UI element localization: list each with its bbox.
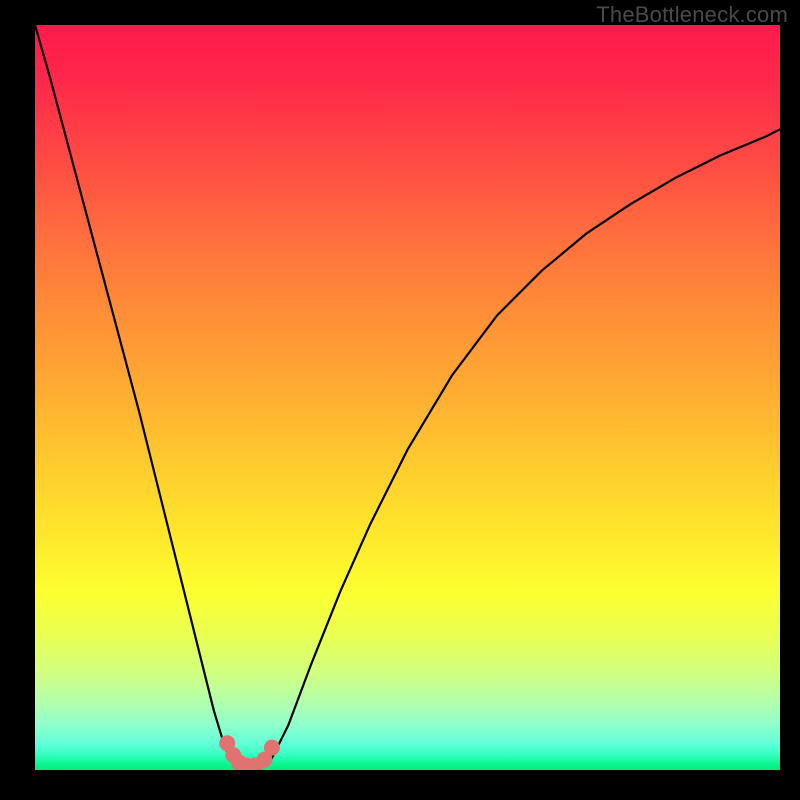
trough-marker-group xyxy=(219,735,280,770)
bottleneck-curve xyxy=(35,25,780,769)
plot-area xyxy=(35,25,780,770)
trough-dot-icon xyxy=(264,740,280,756)
chart-frame: TheBottleneck.com xyxy=(0,0,800,800)
watermark-text: TheBottleneck.com xyxy=(596,2,788,28)
curve-layer xyxy=(35,25,780,770)
